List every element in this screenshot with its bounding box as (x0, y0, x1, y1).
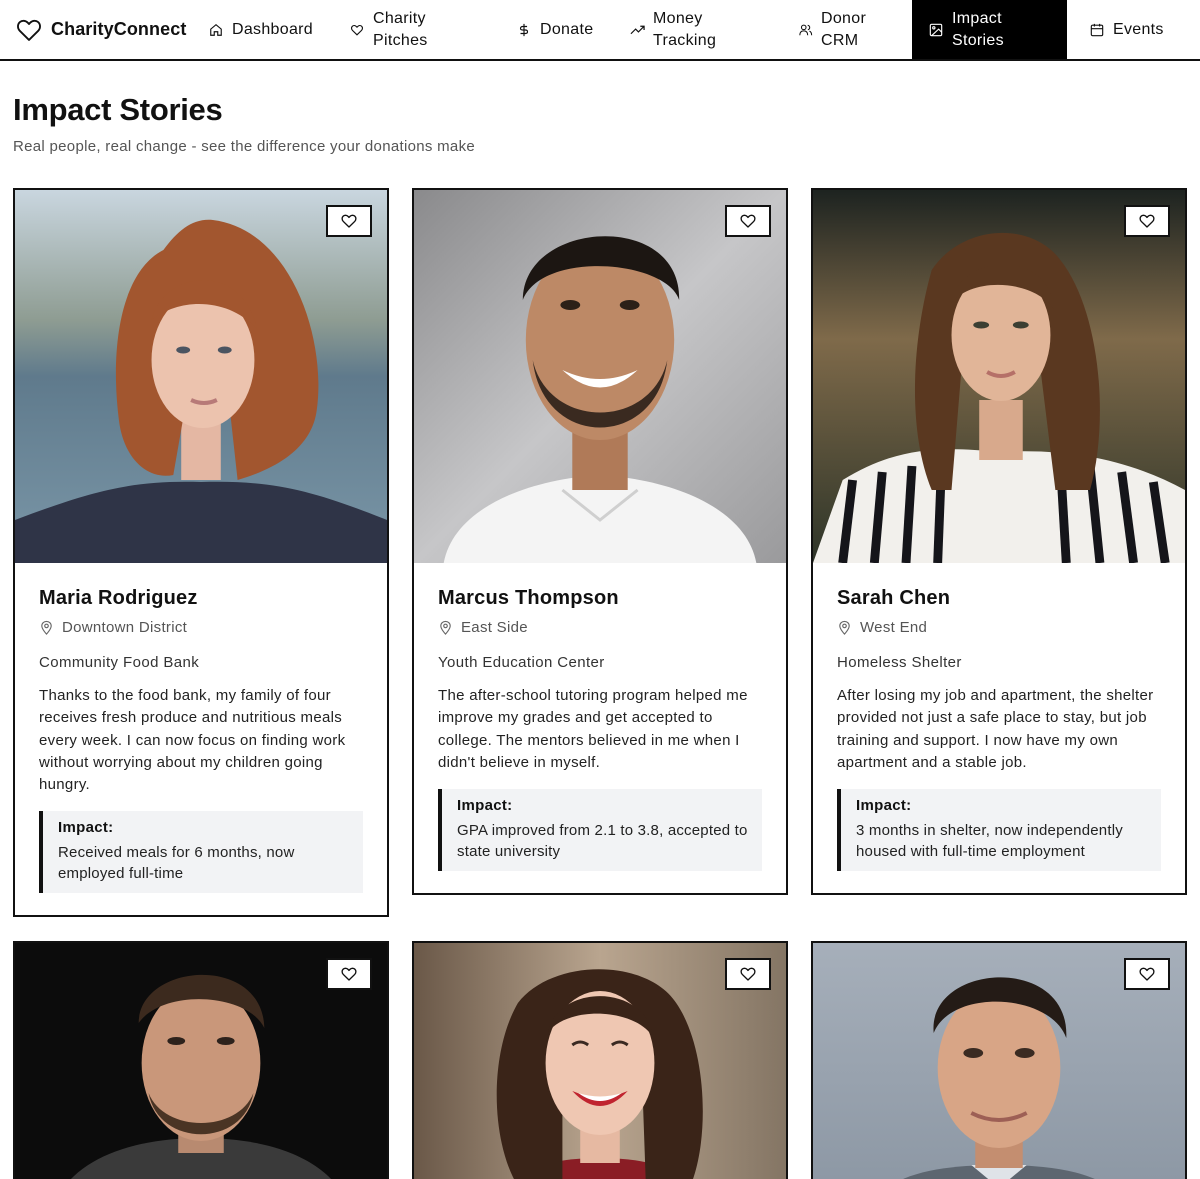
top-navigation: CharityConnect Dashboard Charity Pitches… (0, 0, 1200, 61)
impact-label: Impact: (457, 797, 513, 815)
nav-item-money-tracking[interactable]: Money Tracking (621, 0, 789, 59)
nav-label: Events (1113, 20, 1164, 38)
users-icon (797, 22, 813, 38)
portrait-photo (15, 190, 387, 563)
heart-logo-icon (14, 15, 44, 45)
favorite-button[interactable] (725, 958, 771, 990)
favorite-button[interactable] (1124, 958, 1170, 990)
nav-item-events[interactable]: Events (1067, 0, 1192, 59)
nav-label: Donate (540, 20, 594, 38)
nav-item-dashboard[interactable]: Dashboard (200, 0, 341, 59)
map-pin-icon (837, 620, 853, 636)
favorite-button[interactable] (725, 205, 771, 237)
story-name: Sarah Chen (837, 587, 951, 609)
dollar-icon (516, 22, 532, 38)
favorite-button[interactable] (326, 958, 372, 990)
page-subtitle: Real people, real change - see the diffe… (13, 138, 476, 155)
map-pin-icon (39, 620, 55, 636)
story-location: West End (837, 619, 1161, 636)
story-organization: Youth Education Center (438, 654, 605, 671)
nav-label: Donor CRM (821, 9, 867, 49)
portrait-photo (414, 943, 786, 1179)
trending-up-icon (629, 22, 645, 38)
heart-outline-icon (738, 212, 758, 230)
nav-item-impact-stories[interactable]: Impact Stories (912, 0, 1067, 59)
heart-outline-icon (1137, 212, 1157, 230)
impact-box: Impact: GPA improved from 2.1 to 3.8, ac… (438, 789, 762, 872)
brand[interactable]: CharityConnect (0, 0, 200, 59)
location-text: Downtown District (62, 619, 188, 636)
portrait-photo (813, 190, 1185, 563)
impact-label: Impact: (58, 819, 114, 837)
story-name: Marcus Thompson (438, 587, 619, 609)
impact-box: Impact: 3 months in shelter, now indepen… (837, 789, 1161, 872)
page-title: Impact Stories (13, 92, 223, 127)
story-card: Maria Rodriguez Downtown District Commun… (13, 188, 389, 918)
nav-item-donor-crm[interactable]: Donor CRM (789, 0, 912, 59)
portrait-photo (414, 190, 786, 563)
nav-label: Charity Pitches (373, 9, 428, 49)
nav-item-charity-pitches[interactable]: Charity Pitches (341, 0, 508, 59)
story-text: After losing my job and apartment, the s… (837, 687, 1154, 771)
heart-outline-icon (738, 965, 758, 983)
calendar-icon (1089, 22, 1105, 38)
story-location: Downtown District (39, 619, 363, 636)
nav-label: Impact Stories (952, 9, 1004, 49)
heart-outline-icon (339, 212, 359, 230)
heart-outline-icon (1137, 965, 1157, 983)
favorite-button[interactable] (1124, 205, 1170, 237)
story-card (412, 941, 788, 1179)
nav-label: Money Tracking (653, 9, 717, 49)
nav-label: Dashboard (232, 20, 313, 38)
image-icon (928, 22, 944, 38)
story-text: The after-school tutoring program helped… (438, 687, 748, 771)
favorite-button[interactable] (326, 205, 372, 237)
story-card: Sarah Chen West End Homeless Shelter Aft… (811, 188, 1187, 896)
story-text: Thanks to the food bank, my family of fo… (39, 687, 346, 794)
heart-outline-icon (339, 965, 359, 983)
location-text: East Side (461, 619, 528, 636)
story-card (13, 941, 389, 1179)
impact-label: Impact: (856, 797, 912, 815)
portrait-photo (813, 943, 1185, 1179)
story-card: Marcus Thompson East Side Youth Educatio… (412, 188, 788, 896)
home-icon (208, 22, 224, 38)
story-location: East Side (438, 619, 762, 636)
story-card (811, 941, 1187, 1179)
heart-icon (349, 22, 365, 38)
story-name: Maria Rodriguez (39, 587, 198, 609)
impact-box: Impact: Received meals for 6 months, now… (39, 811, 363, 894)
app-name: CharityConnect (51, 19, 187, 39)
story-organization: Homeless Shelter (837, 654, 962, 671)
story-organization: Community Food Bank (39, 654, 200, 671)
nav-item-donate[interactable]: Donate (508, 0, 621, 59)
impact-text: Received meals for 6 months, now employe… (58, 844, 295, 883)
map-pin-icon (438, 620, 454, 636)
portrait-photo (15, 943, 387, 1179)
impact-text: GPA improved from 2.1 to 3.8, accepted t… (457, 822, 748, 861)
impact-text: 3 months in shelter, now independently h… (856, 822, 1123, 861)
location-text: West End (860, 619, 928, 636)
